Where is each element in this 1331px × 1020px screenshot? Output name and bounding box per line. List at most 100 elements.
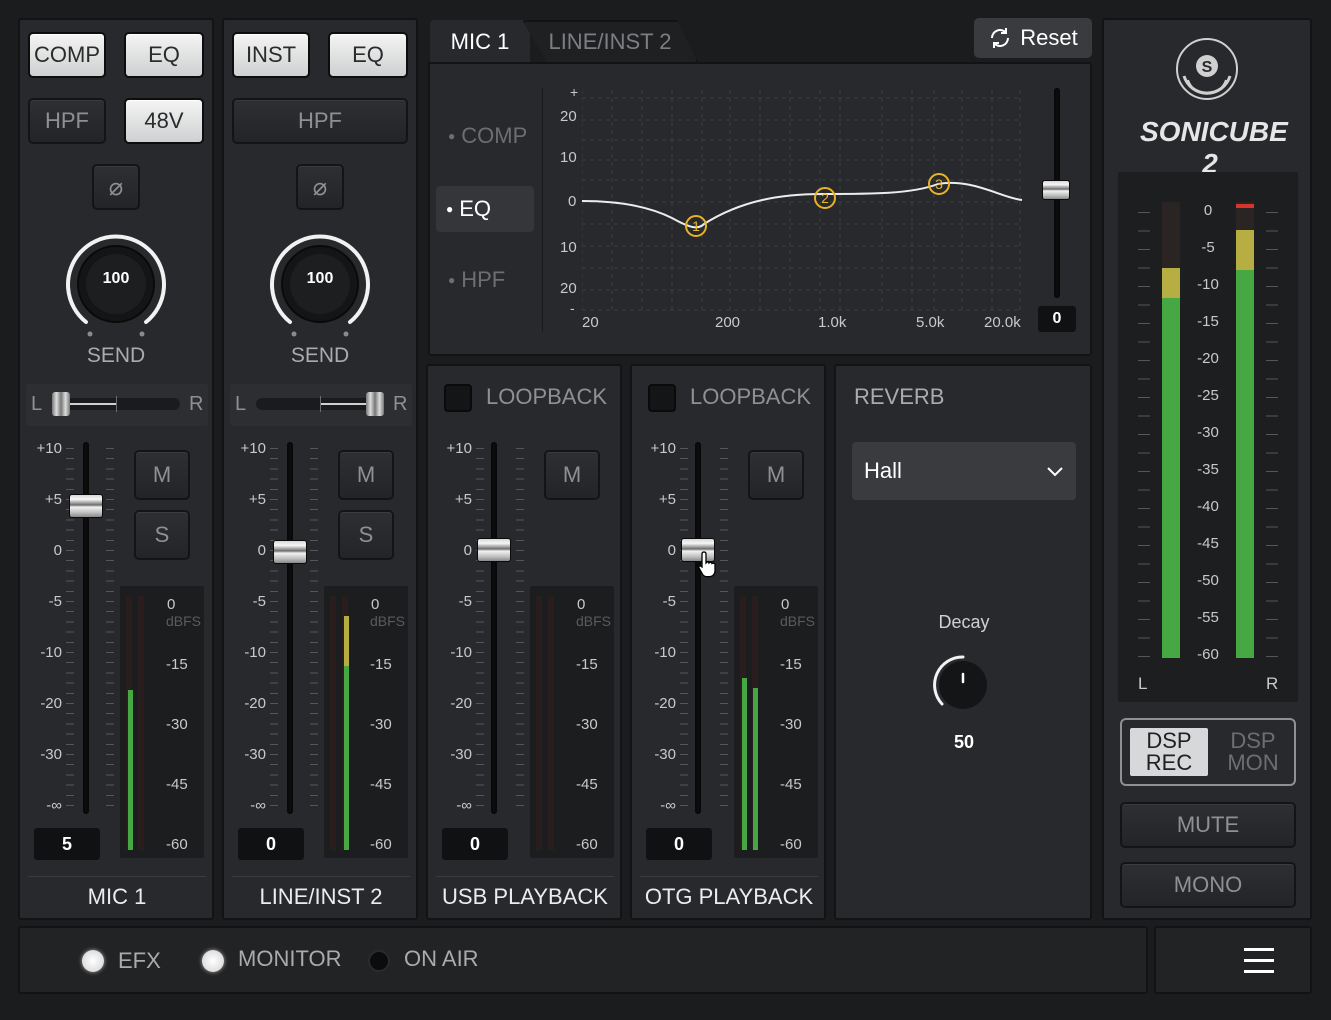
- meter-scale-label: -30: [166, 716, 188, 733]
- loopback-label: LOOPBACK: [486, 384, 608, 409]
- fader-scale-label: -5: [662, 593, 676, 610]
- solo-button[interactable]: S: [338, 510, 394, 560]
- eq-node-3[interactable]: 3: [927, 172, 951, 196]
- hpf-button[interactable]: HPF: [28, 98, 106, 144]
- mute-button[interactable]: M: [748, 450, 804, 500]
- fader-scale-label: +10: [446, 440, 472, 457]
- meter-bar-right: [138, 596, 144, 850]
- fader-value[interactable]: 0: [238, 828, 304, 860]
- eq-button[interactable]: EQ: [124, 32, 204, 78]
- pan-center-tick: [320, 396, 321, 412]
- fader-scale-label: +5: [44, 491, 62, 508]
- on-air-indicator[interactable]: [368, 950, 390, 972]
- fader-value[interactable]: 0: [442, 828, 508, 860]
- meter-scale-label: -15: [370, 656, 392, 673]
- monitor-indicator[interactable]: [202, 950, 224, 972]
- eq-gain-handle[interactable]: [1042, 180, 1070, 200]
- efx-label: EFX: [118, 948, 161, 973]
- mute-button[interactable]: MUTE: [1120, 802, 1296, 848]
- pan-handle[interactable]: [52, 392, 70, 416]
- hamburger-menu-icon[interactable]: [1244, 948, 1274, 974]
- meter-scale-label: 0: [781, 596, 790, 613]
- reverb-type-select[interactable]: Hall: [852, 442, 1076, 500]
- fader-handle[interactable]: [477, 538, 511, 562]
- master-scale-label: -40: [1197, 498, 1219, 515]
- loopback-checkbox[interactable]: [444, 384, 472, 412]
- fader-scale-label: +5: [658, 491, 676, 508]
- eq-gain-value[interactable]: 0: [1038, 306, 1076, 332]
- mute-button[interactable]: M: [338, 450, 394, 500]
- meter-fill-right: [344, 666, 349, 850]
- send-knob[interactable]: [60, 228, 172, 348]
- phantom-48v-button[interactable]: 48V: [124, 98, 204, 144]
- eq-node-1[interactable]: 1: [684, 214, 708, 238]
- efx-indicator[interactable]: [82, 950, 104, 972]
- mono-button[interactable]: MONO: [1120, 862, 1296, 908]
- fader-scale-label: -30: [450, 746, 472, 763]
- eq-node-2[interactable]: 2: [813, 186, 837, 210]
- meter-fill-left: [742, 678, 747, 850]
- channel-strip-line-inst2: INST EQ HPF ⌀ 100 SEND L R +10 +5 0 -5 -…: [222, 18, 418, 920]
- solo-button[interactable]: S: [134, 510, 190, 560]
- meter-scale-label: -15: [166, 656, 188, 673]
- master-scale-label: -10: [1197, 276, 1219, 293]
- brand-logo: SONICUBE 2: [1140, 116, 1288, 179]
- dsp-toggle[interactable]: DSP REC DSP MON: [1120, 718, 1296, 786]
- fader-handle[interactable]: [273, 540, 307, 564]
- inst-button[interactable]: INST: [232, 32, 310, 78]
- phase-invert-button[interactable]: ⌀: [92, 164, 140, 210]
- loopback-checkbox[interactable]: [648, 384, 676, 412]
- eq-section-comp[interactable]: ● COMP: [438, 116, 534, 156]
- fader-scale-label: -20: [654, 695, 676, 712]
- reset-label: Reset: [1020, 25, 1078, 50]
- meter-scale-label: -15: [780, 656, 802, 673]
- fader-scale-label: -30: [244, 746, 266, 763]
- fader-ticks: [270, 448, 318, 808]
- master-scale-label: 0: [1203, 202, 1213, 219]
- hpf-button[interactable]: HPF: [232, 98, 408, 144]
- reverb-panel: REVERB Hall Decay 50: [834, 364, 1092, 920]
- fader-scale-label: -30: [40, 746, 62, 763]
- send-knob[interactable]: [264, 228, 376, 348]
- fader-track[interactable]: [491, 442, 497, 814]
- comp-button[interactable]: COMP: [28, 32, 106, 78]
- decay-knob[interactable]: [928, 650, 998, 720]
- pan-handle[interactable]: [366, 392, 384, 416]
- meter-bar-right: [548, 596, 554, 850]
- fader-value[interactable]: 5: [34, 828, 100, 860]
- fader-handle[interactable]: [69, 494, 103, 518]
- fader-scale-label: 0: [667, 542, 676, 559]
- fader-value[interactable]: 0: [646, 828, 712, 860]
- eq-tab-mic1[interactable]: MIC 1: [430, 20, 530, 64]
- master-scale-label: -60: [1197, 646, 1219, 663]
- fader-scale-label: -∞: [456, 797, 472, 814]
- mute-button[interactable]: M: [134, 450, 190, 500]
- channel-name: USB PLAYBACK: [436, 876, 614, 916]
- eq-graph[interactable]: [582, 90, 1024, 314]
- eq-section-eq[interactable]: ● EQ: [436, 186, 534, 232]
- fader-scale-label: +5: [248, 491, 266, 508]
- eq-x-label: 20.0k: [984, 314, 1021, 331]
- fader-scale-label: +10: [36, 440, 62, 457]
- dsp-mon-option[interactable]: DSP MON: [1214, 728, 1292, 776]
- fader-scale-label: +10: [650, 440, 676, 457]
- eq-button[interactable]: EQ: [328, 32, 408, 78]
- eq-y-label: 10: [560, 149, 577, 166]
- mute-button[interactable]: M: [544, 450, 600, 500]
- fader-scale-label: -5: [48, 593, 62, 610]
- phase-invert-button[interactable]: ⌀: [296, 164, 344, 210]
- meter-fill-right: [753, 688, 758, 850]
- eq-tab-line-inst2[interactable]: LINE/INST 2: [522, 20, 698, 62]
- fader-scale-label: -10: [654, 644, 676, 661]
- meter-scale-label: -45: [576, 776, 598, 793]
- fader-track[interactable]: [287, 442, 293, 814]
- meter-fill-right-yellow: [344, 616, 349, 666]
- reset-button[interactable]: Reset: [974, 18, 1092, 58]
- fader-track[interactable]: [695, 442, 701, 814]
- master-meter-ticks-right: [1266, 212, 1278, 662]
- menu-panel: [1154, 926, 1312, 994]
- svg-text:3: 3: [935, 176, 943, 192]
- eq-y-label: 0: [568, 193, 577, 210]
- eq-section-hpf[interactable]: ● HPF: [438, 260, 534, 300]
- dsp-rec-option[interactable]: DSP REC: [1130, 728, 1208, 776]
